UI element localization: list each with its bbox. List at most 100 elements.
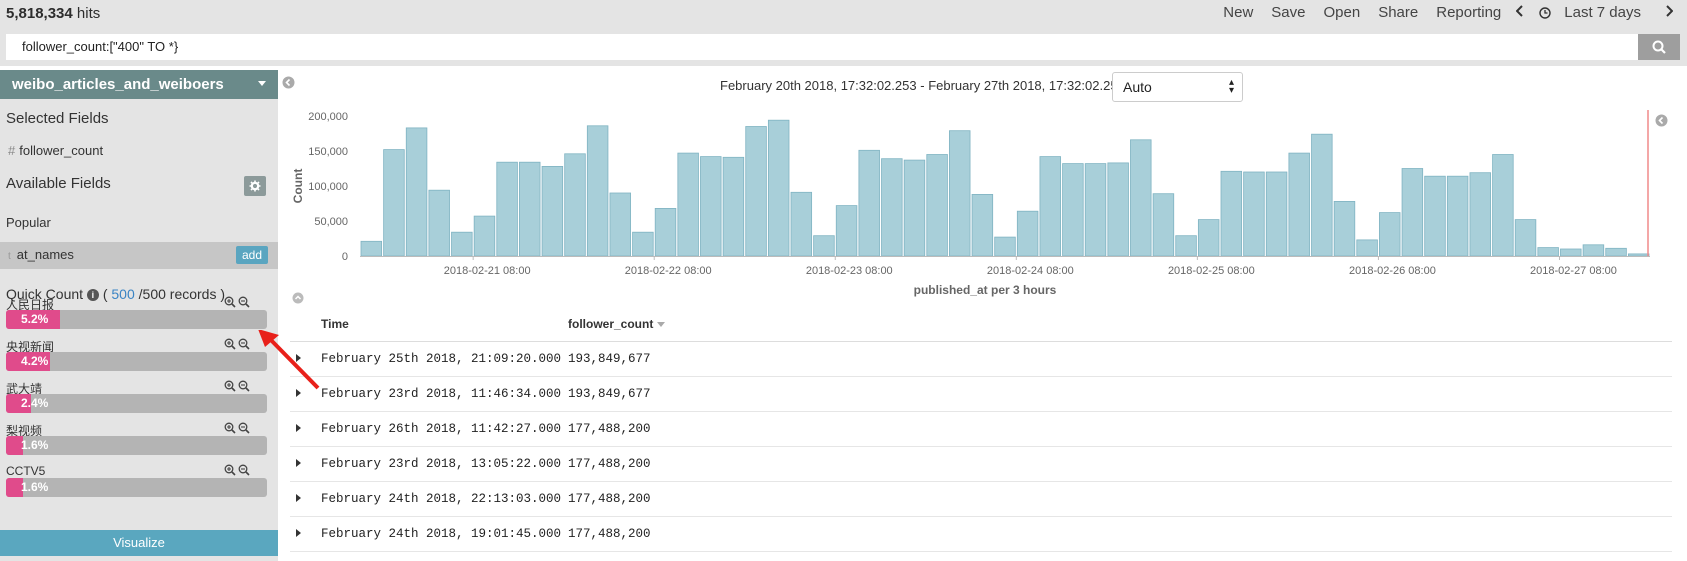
field-settings-button[interactable] xyxy=(244,176,266,196)
histogram-bar[interactable] xyxy=(1560,248,1582,257)
quick-count-bar[interactable]: 1.6% xyxy=(6,478,267,497)
column-header-follower-count[interactable]: follower_count xyxy=(568,317,665,331)
histogram-bar[interactable] xyxy=(835,205,858,257)
histogram-bar[interactable] xyxy=(586,125,609,257)
zoom-out-icon[interactable] xyxy=(238,338,250,350)
histogram-bar[interactable] xyxy=(428,189,450,257)
histogram-bar[interactable] xyxy=(1039,156,1061,257)
histogram-bar[interactable] xyxy=(1062,163,1084,257)
histogram-bar[interactable] xyxy=(745,126,767,257)
histogram-bar[interactable] xyxy=(790,191,813,257)
histogram-bar[interactable] xyxy=(700,156,722,257)
histogram-bar[interactable] xyxy=(1356,239,1378,257)
expand-row-icon[interactable] xyxy=(296,459,301,467)
histogram-bar[interactable] xyxy=(1288,152,1310,257)
histogram-bar[interactable] xyxy=(949,130,971,257)
zoom-out-icon[interactable] xyxy=(238,422,250,434)
column-header-time[interactable]: Time xyxy=(321,317,349,331)
histogram-bar[interactable] xyxy=(1084,163,1107,257)
chevron-right-icon[interactable] xyxy=(1659,4,1679,21)
histogram-chart[interactable]: 0 50,000 100,000 150,000 200,000 2018-02-21 0… xyxy=(282,100,1682,300)
histogram-bar[interactable] xyxy=(1605,247,1627,257)
histogram-bar[interactable] xyxy=(564,153,586,257)
histogram-bar[interactable] xyxy=(722,156,745,257)
histogram-bar[interactable] xyxy=(1130,139,1152,257)
interval-select[interactable]: Auto ▴ ▾ xyxy=(1112,72,1243,102)
visualize-button[interactable]: Visualize xyxy=(0,530,278,556)
quick-count-bar[interactable]: 1.6% xyxy=(6,436,267,455)
zoom-in-icon[interactable] xyxy=(224,380,236,392)
new-button[interactable]: New xyxy=(1214,4,1262,21)
expand-row-icon[interactable] xyxy=(296,494,301,502)
table-row: February 25th 2018, 21:09:20.000 193,849… xyxy=(290,342,1672,377)
histogram-bar[interactable] xyxy=(858,149,880,257)
zoom-out-icon[interactable] xyxy=(238,380,250,392)
chevron-left-icon[interactable] xyxy=(1510,4,1530,21)
histogram-bar[interactable] xyxy=(654,208,677,257)
histogram-bar[interactable] xyxy=(1152,193,1175,257)
add-field-button[interactable]: add xyxy=(235,246,268,264)
index-pattern-selector[interactable]: weibo_articles_and_weiboers xyxy=(0,70,278,99)
quick-count-bar[interactable]: 2.4% xyxy=(6,394,267,413)
histogram-bar[interactable] xyxy=(1311,133,1333,257)
histogram-bar[interactable] xyxy=(541,166,564,257)
open-button[interactable]: Open xyxy=(1315,4,1370,21)
histogram-bar[interactable] xyxy=(903,159,926,257)
sort-desc-icon[interactable] xyxy=(656,322,665,328)
histogram-bar[interactable] xyxy=(473,215,496,257)
histogram-bar[interactable] xyxy=(1197,219,1220,257)
reporting-button[interactable]: Reporting xyxy=(1427,4,1510,21)
histogram-bar[interactable] xyxy=(519,161,541,257)
search-input[interactable]: follower_count:["400" TO *} xyxy=(6,34,1638,60)
collapse-sidebar-button[interactable] xyxy=(282,76,295,94)
histogram-bar[interactable] xyxy=(1401,168,1424,257)
zoom-in-icon[interactable] xyxy=(224,422,236,434)
histogram-bar[interactable] xyxy=(926,154,948,257)
histogram-bar[interactable] xyxy=(1492,154,1514,257)
share-button[interactable]: Share xyxy=(1369,4,1427,21)
histogram-bar[interactable] xyxy=(1243,171,1265,257)
histogram-bar[interactable] xyxy=(1175,235,1197,257)
histogram-bar[interactable] xyxy=(767,119,790,257)
search-button[interactable] xyxy=(1638,34,1680,60)
histogram-bar[interactable] xyxy=(1379,212,1401,257)
histogram-bar[interactable] xyxy=(1537,247,1559,257)
histogram-bar[interactable] xyxy=(1424,175,1446,257)
histogram-bar[interactable] xyxy=(1265,171,1288,257)
zoom-in-icon[interactable] xyxy=(224,296,236,308)
selected-field-follower-count[interactable]: # follower_count xyxy=(8,143,103,158)
histogram-bar[interactable] xyxy=(1220,170,1243,257)
histogram-bar[interactable] xyxy=(609,192,631,257)
quick-count-bar[interactable]: 4.2% xyxy=(6,352,267,371)
histogram-bar[interactable] xyxy=(360,240,383,257)
histogram-bar[interactable] xyxy=(1469,172,1491,257)
time-picker-button[interactable]: Last 7 days xyxy=(1530,4,1659,21)
histogram-bar[interactable] xyxy=(994,236,1016,257)
zoom-out-icon[interactable] xyxy=(238,464,250,476)
histogram-bar[interactable] xyxy=(405,127,428,257)
save-button[interactable]: Save xyxy=(1262,4,1314,21)
zoom-out-icon[interactable] xyxy=(238,296,250,308)
zoom-in-icon[interactable] xyxy=(224,464,236,476)
histogram-bar[interactable] xyxy=(1627,253,1650,257)
histogram-bar[interactable] xyxy=(1514,219,1537,257)
zoom-in-icon[interactable] xyxy=(224,338,236,350)
histogram-bar[interactable] xyxy=(677,152,699,257)
histogram-bar[interactable] xyxy=(383,149,405,257)
histogram-bar[interactable] xyxy=(451,231,473,257)
histogram-bar[interactable] xyxy=(496,161,518,257)
histogram-bar[interactable] xyxy=(881,158,903,257)
histogram-bar[interactable] xyxy=(813,235,835,257)
histogram-bar[interactable] xyxy=(971,194,994,257)
expand-row-icon[interactable] xyxy=(296,424,301,432)
collapse-table-button[interactable] xyxy=(292,291,304,309)
histogram-bar[interactable] xyxy=(1107,162,1129,257)
expand-row-icon[interactable] xyxy=(296,529,301,537)
quick-count-bar[interactable]: 5.2% xyxy=(6,310,267,329)
histogram-bar[interactable] xyxy=(1016,210,1039,257)
histogram-bar[interactable] xyxy=(632,231,654,257)
histogram-bar[interactable] xyxy=(1582,244,1605,257)
popular-field-at-names[interactable]: t at_names add xyxy=(0,242,278,269)
histogram-bar[interactable] xyxy=(1333,201,1356,257)
histogram-bar[interactable] xyxy=(1446,175,1469,257)
